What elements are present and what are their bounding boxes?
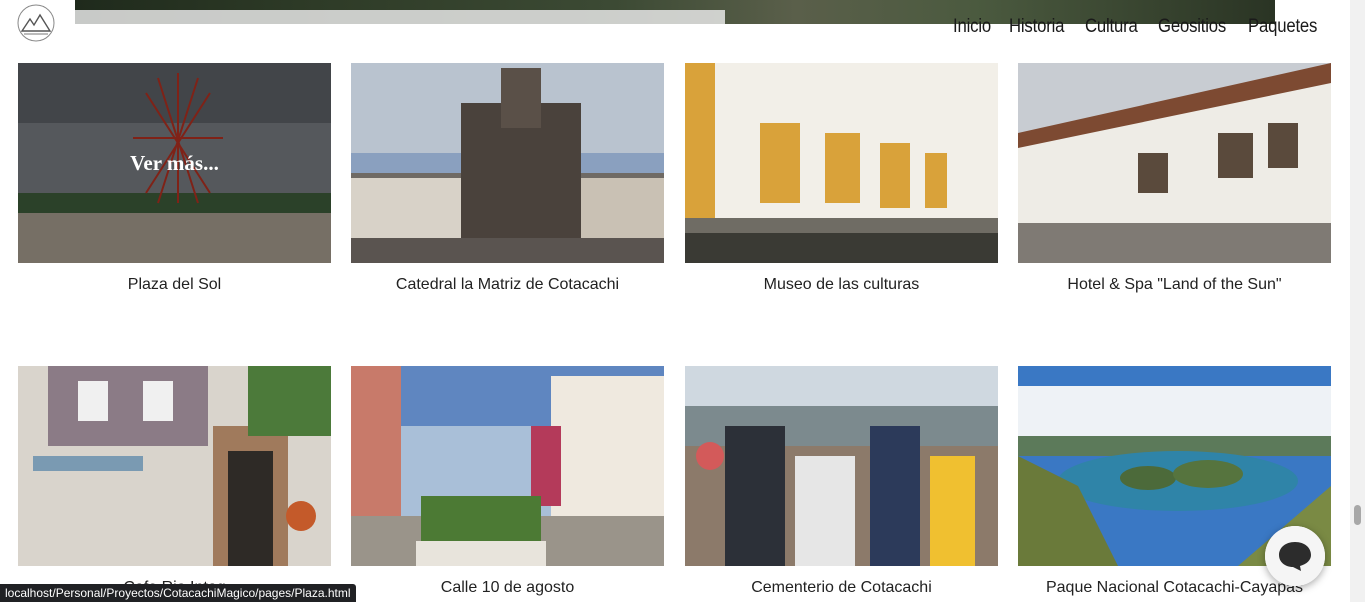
card-caption: Cementerio de Cotacachi <box>751 579 932 596</box>
ver-mas-label: Ver más... <box>130 150 219 175</box>
card-caption: Museo de las culturas <box>763 276 920 293</box>
card-image[interactable] <box>685 63 998 263</box>
main-nav: Inicio Historia Cultura Geositios Paquet… <box>953 16 1327 38</box>
card-museo[interactable]: Museo de las culturas <box>685 63 998 294</box>
card-image[interactable]: Ver más... <box>18 63 331 263</box>
card-caption: Hotel & Spa "Land of the Sun" <box>1067 276 1282 293</box>
card-caption: Plaza del Sol <box>127 276 222 293</box>
chat-widget-icon-wrap[interactable] <box>1265 526 1325 586</box>
card-image[interactable] <box>351 63 664 263</box>
card-catedral[interactable]: Catedral la Matriz de Cotacachi <box>351 63 664 294</box>
card-image[interactable] <box>351 366 664 566</box>
nav-paquetes[interactable]: Paquetes <box>1248 16 1317 38</box>
card-caption: Calle 10 de agosto <box>440 579 575 596</box>
scrollbar-thumb[interactable] <box>1354 505 1361 525</box>
logo-icon <box>17 4 55 42</box>
card-hotel[interactable]: Hotel & Spa "Land of the Sun" <box>1018 63 1331 294</box>
card-image[interactable] <box>18 366 331 566</box>
link-status-bar: localhost/Personal/Proyectos/CotacachiMa… <box>0 584 356 602</box>
chat-bubble-icon <box>1279 542 1311 571</box>
card-hover-overlay[interactable]: Ver más... <box>18 63 331 263</box>
card-calle-10-agosto[interactable]: Calle 10 de agosto <box>351 366 664 597</box>
nav-inicio[interactable]: Inicio <box>953 16 991 38</box>
nav-historia[interactable]: Historia <box>1009 16 1064 38</box>
card-cafe-rio-intag[interactable]: Cafe Rio Intag <box>18 366 331 597</box>
card-image[interactable] <box>685 366 998 566</box>
scrollbar[interactable] <box>1350 0 1365 602</box>
card-image[interactable] <box>1018 63 1331 263</box>
card-plaza-del-sol[interactable]: Ver más... Plaza del Sol <box>18 63 331 294</box>
hero-caption-bar <box>75 10 725 24</box>
nav-geositios[interactable]: Geositios <box>1158 16 1226 38</box>
nav-cultura[interactable]: Cultura <box>1085 16 1138 38</box>
card-cementerio[interactable]: Cementerio de Cotacachi <box>685 366 998 597</box>
card-caption: Catedral la Matriz de Cotacachi <box>395 276 620 293</box>
site-logo[interactable] <box>14 3 58 43</box>
